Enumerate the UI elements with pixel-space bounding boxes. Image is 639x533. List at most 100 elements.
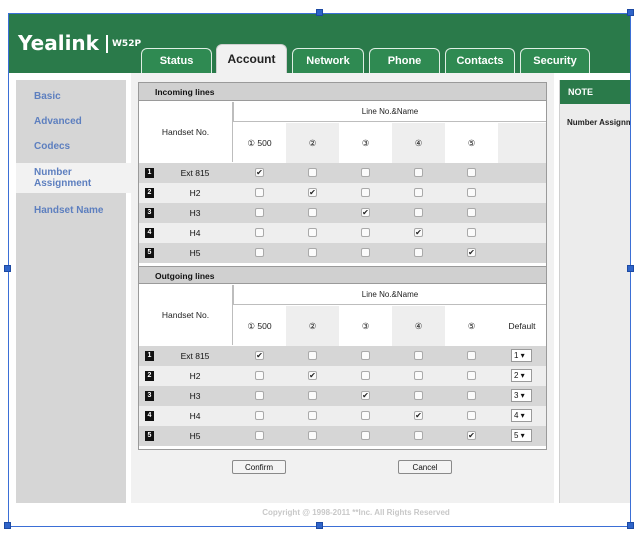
resize-handle-left[interactable] [4, 265, 11, 272]
cancel-button[interactable]: Cancel [398, 460, 452, 474]
incoming-line-5-checkbox[interactable] [467, 188, 476, 197]
incoming-line-1-checkbox[interactable] [255, 208, 264, 217]
tab-security[interactable]: Security [520, 48, 590, 73]
sidebar-item-codecs[interactable]: Codecs [16, 141, 132, 152]
default-line-select[interactable]: 3 ▾ [511, 389, 532, 402]
incoming-line-3-checkbox[interactable] [361, 248, 370, 257]
incoming-line-4-checkbox[interactable]: ✔ [414, 228, 423, 237]
outgoing-line-1-checkbox[interactable] [255, 431, 264, 440]
incoming-line-2-checkbox[interactable] [308, 248, 317, 257]
incoming-line-4-checkbox[interactable] [414, 248, 423, 257]
incoming-line-1-checkbox[interactable] [255, 248, 264, 257]
outgoing-line-1-checkbox[interactable]: ✔ [255, 351, 264, 360]
incoming-line-3-checkbox[interactable] [361, 188, 370, 197]
handset-name: H3 [189, 208, 201, 218]
tab-network[interactable]: Network [292, 48, 364, 73]
outgoing-default-header: Default [508, 321, 536, 331]
outgoing-line-3-checkbox[interactable]: ✔ [361, 391, 370, 400]
incoming-line-5-checkbox[interactable] [467, 228, 476, 237]
incoming-col-4: ④ [392, 123, 445, 163]
outgoing-line-3-checkbox[interactable] [361, 431, 370, 440]
resize-handle-bottom-right[interactable] [627, 522, 634, 529]
incoming-col-2: ② [286, 123, 339, 163]
incoming-line-1-checkbox[interactable]: ✔ [255, 168, 264, 177]
incoming-line-1-checkbox[interactable] [255, 188, 264, 197]
outgoing-line-1-checkbox[interactable] [255, 371, 264, 380]
outgoing-line-4-checkbox[interactable] [414, 371, 423, 380]
outgoing-line-5-checkbox[interactable] [467, 371, 476, 380]
outgoing-col-5: ⑤ [467, 320, 476, 331]
incoming-line-4-checkbox[interactable] [414, 188, 423, 197]
tab-status[interactable]: Status [141, 48, 212, 73]
default-line-select[interactable]: 2 ▾ [511, 369, 532, 382]
tab-account[interactable]: Account [216, 44, 287, 73]
incoming-handset-no-header: Handset No. [139, 102, 233, 162]
confirm-button[interactable]: Confirm [232, 460, 286, 474]
incoming-line-5-checkbox[interactable] [467, 208, 476, 217]
outgoing-line-4-checkbox[interactable] [414, 391, 423, 400]
handset-number-badge: 3 [145, 208, 154, 218]
note-title: NOTE [560, 80, 631, 104]
default-line-select[interactable]: 4 ▾ [511, 409, 532, 422]
outgoing-line-2-checkbox[interactable] [308, 351, 317, 360]
outgoing-line-2-checkbox[interactable] [308, 431, 317, 440]
resize-handle-bottom[interactable] [316, 522, 323, 529]
incoming-line-4-checkbox[interactable] [414, 208, 423, 217]
outgoing-line-3-checkbox[interactable] [361, 371, 370, 380]
incoming-line-2-checkbox[interactable] [308, 168, 317, 177]
handset-name: Ext 815 [180, 351, 210, 361]
incoming-row: 2 H2 ✔ [139, 183, 546, 203]
outgoing-line-1-checkbox[interactable] [255, 391, 264, 400]
outgoing-col-4: ④ [392, 306, 445, 346]
outgoing-line-2-checkbox[interactable] [308, 391, 317, 400]
incoming-line-5-checkbox[interactable] [467, 168, 476, 177]
outgoing-line-1-checkbox[interactable] [255, 411, 264, 420]
tab-contacts[interactable]: Contacts [445, 48, 515, 73]
outgoing-line-4-checkbox[interactable]: ✔ [414, 411, 423, 420]
default-line-select[interactable]: 5 ▾ [511, 429, 532, 442]
incoming-line-3-checkbox[interactable] [361, 168, 370, 177]
outgoing-lines-header: Outgoing lines [139, 266, 546, 284]
outgoing-line-5-checkbox[interactable] [467, 391, 476, 400]
outgoing-line-3-checkbox[interactable] [361, 411, 370, 420]
resize-handle-top-right[interactable] [627, 9, 634, 16]
outgoing-line-5-checkbox[interactable] [467, 351, 476, 360]
incoming-line-2-checkbox[interactable]: ✔ [308, 188, 317, 197]
default-line-select[interactable]: 1 ▾ [511, 349, 532, 362]
incoming-col-spacer [498, 123, 546, 163]
outgoing-line-2-checkbox[interactable] [308, 411, 317, 420]
handset-number-badge: 3 [145, 391, 154, 401]
outgoing-line-4-checkbox[interactable] [414, 351, 423, 360]
outgoing-line-5-checkbox[interactable] [467, 411, 476, 420]
incoming-line-3-checkbox[interactable] [361, 228, 370, 237]
incoming-lines-header: Incoming lines [139, 83, 546, 101]
outgoing-line-3-checkbox[interactable] [361, 351, 370, 360]
tab-phone[interactable]: Phone [369, 48, 440, 73]
incoming-line-3-checkbox[interactable]: ✔ [361, 208, 370, 217]
resize-handle-top[interactable] [316, 9, 323, 16]
incoming-line-5-checkbox[interactable]: ✔ [467, 248, 476, 257]
outgoing-line-2-checkbox[interactable]: ✔ [308, 371, 317, 380]
incoming-line-4-checkbox[interactable] [414, 168, 423, 177]
sidebar-item-number-assignment[interactable]: Number Assignment [16, 163, 132, 193]
sidebar-item-advanced[interactable]: Advanced [16, 116, 132, 127]
resize-handle-right[interactable] [627, 265, 634, 272]
outgoing-line-5-checkbox[interactable]: ✔ [467, 431, 476, 440]
handset-name: H3 [189, 391, 201, 401]
resize-handle-bottom-left[interactable] [4, 522, 11, 529]
handset-number-badge: 2 [145, 188, 154, 198]
yealink-logo: Yealink [18, 31, 99, 55]
incoming-line-1-checkbox[interactable] [255, 228, 264, 237]
handset-name: H4 [189, 228, 201, 238]
handset-number-badge: 1 [145, 351, 154, 361]
incoming-row: 1 Ext 815 ✔ [139, 163, 546, 183]
incoming-line-2-checkbox[interactable] [308, 208, 317, 217]
outgoing-row: 3 H3 ✔ 3 ▾ [139, 386, 546, 406]
outgoing-line-4-checkbox[interactable] [414, 431, 423, 440]
handset-name: Ext 815 [180, 168, 210, 178]
handset-number-badge: 5 [145, 248, 154, 258]
handset-number-badge: 4 [145, 228, 154, 238]
incoming-line-2-checkbox[interactable] [308, 228, 317, 237]
sidebar-item-handset-name[interactable]: Handset Name [16, 205, 132, 216]
sidebar-item-basic[interactable]: Basic [16, 91, 132, 102]
